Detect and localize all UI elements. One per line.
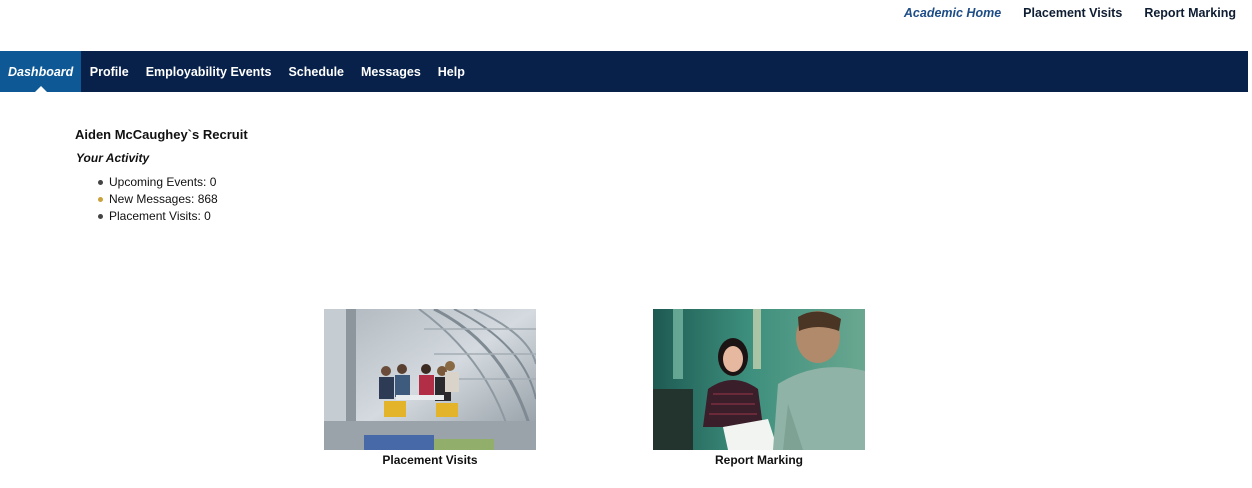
report-marking-tile[interactable]: Report Marking <box>653 309 865 467</box>
page-title: Aiden McCaughey`s Recruit <box>75 127 248 142</box>
group-meeting-photo[interactable] <box>324 309 536 450</box>
student-meeting-photo[interactable] <box>653 309 865 450</box>
nav-messages[interactable]: Messages <box>353 51 430 92</box>
upcoming-events-count: Upcoming Events: 0 <box>109 175 217 189</box>
nav-dashboard[interactable]: Dashboard <box>0 51 82 92</box>
academic-home-link[interactable]: Academic Home <box>904 6 1001 20</box>
placement-visits-tile[interactable]: Placement Visits <box>324 309 536 467</box>
nav-employability-events[interactable]: Employability Events <box>137 51 280 92</box>
list-item: Upcoming Events: 0 <box>98 174 248 191</box>
nav-help[interactable]: Help <box>429 51 473 92</box>
list-item: Placement Visits: 0 <box>98 208 248 225</box>
nav-profile[interactable]: Profile <box>81 51 137 92</box>
top-links: Academic Home Placement Visits Report Ma… <box>904 6 1236 20</box>
new-messages-count: New Messages: 868 <box>109 192 218 206</box>
bullet-icon <box>98 214 103 219</box>
placement-visits-link[interactable]: Placement Visits <box>1023 6 1122 20</box>
report-marking-link[interactable]: Report Marking <box>1144 6 1236 20</box>
bullet-icon <box>98 197 103 202</box>
bullet-icon <box>98 180 103 185</box>
main-navbar: Dashboard Profile Employability Events S… <box>0 51 1248 92</box>
placement-visits-count: Placement Visits: 0 <box>109 209 211 223</box>
dashboard-content: Aiden McCaughey`s Recruit Your Activity … <box>75 127 248 225</box>
activity-heading: Your Activity <box>76 151 150 165</box>
activity-list: Upcoming Events: 0 New Messages: 868 Pla… <box>98 174 248 225</box>
nav-schedule[interactable]: Schedule <box>280 51 353 92</box>
placement-visits-caption[interactable]: Placement Visits <box>324 453 536 467</box>
list-item: New Messages: 868 <box>98 191 248 208</box>
report-marking-caption[interactable]: Report Marking <box>653 453 865 467</box>
